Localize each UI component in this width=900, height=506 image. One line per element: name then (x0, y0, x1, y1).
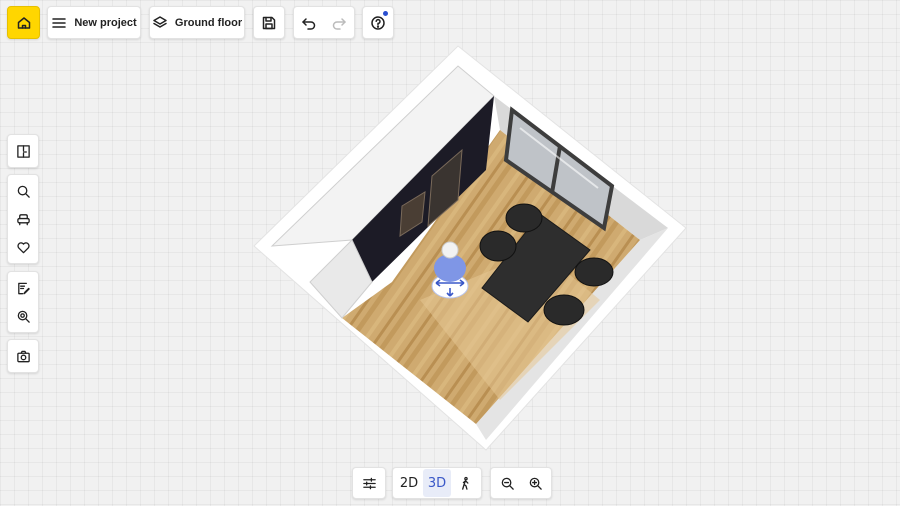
new-project-label: New project (74, 16, 137, 29)
floor-plan-button[interactable] (9, 137, 37, 165)
home-button[interactable] (7, 6, 40, 39)
view-2d-label: 2D (399, 475, 419, 491)
sliders-icon (362, 477, 376, 489)
floor-plan-icon (16, 144, 30, 158)
notification-dot (383, 11, 388, 16)
help-button[interactable] (362, 6, 394, 39)
room-3d-view[interactable] (0, 0, 900, 506)
view-2d-button[interactable]: 2D (395, 469, 423, 497)
snapshot-button[interactable] (9, 342, 37, 370)
zoom-out-icon (501, 477, 514, 490)
save-icon (262, 16, 276, 29)
save-button[interactable] (253, 6, 285, 39)
redo-icon (332, 17, 346, 30)
floor-selector-button[interactable]: Ground floor (149, 6, 245, 39)
sidebar-catalog-group (7, 174, 39, 264)
zoom-in-icon (529, 477, 542, 490)
favorites-button[interactable] (9, 233, 37, 261)
heart-icon (16, 241, 30, 253)
undo-button[interactable] (301, 15, 317, 31)
home-icon (17, 16, 30, 29)
bottom-settings-group (352, 467, 386, 499)
sidebar-camera-group (7, 339, 39, 373)
zoom-group (490, 467, 552, 499)
render-button[interactable] (9, 302, 37, 330)
layers-icon (153, 15, 167, 28)
display-settings-button[interactable] (355, 469, 383, 497)
view-mode-group: 2D 3D (392, 467, 482, 499)
view-3d-label: 3D (427, 475, 447, 491)
redo-button[interactable] (331, 15, 347, 31)
help-icon (371, 15, 385, 30)
furniture-button[interactable] (9, 205, 37, 233)
undo-redo-group (293, 6, 355, 39)
new-project-button[interactable]: New project (47, 6, 141, 39)
edit-note-icon (17, 282, 30, 294)
zoom-out-button[interactable] (493, 469, 521, 497)
view-3d-button[interactable]: 3D (423, 469, 451, 497)
camera-icon (16, 350, 30, 362)
floor-label: Ground floor (174, 16, 243, 29)
undo-icon (302, 17, 316, 30)
walk-mode-button[interactable] (451, 469, 479, 497)
armchair-icon (16, 213, 30, 225)
sidebar-tools-group (7, 271, 39, 333)
notes-button[interactable] (9, 274, 37, 302)
walk-icon (461, 476, 468, 490)
sidebar-plan-group (7, 134, 39, 168)
zoom-in-button[interactable] (521, 469, 549, 497)
search-button[interactable] (9, 177, 37, 205)
render-icon (17, 310, 30, 323)
menu-icon (52, 17, 67, 28)
search-icon (17, 185, 30, 198)
